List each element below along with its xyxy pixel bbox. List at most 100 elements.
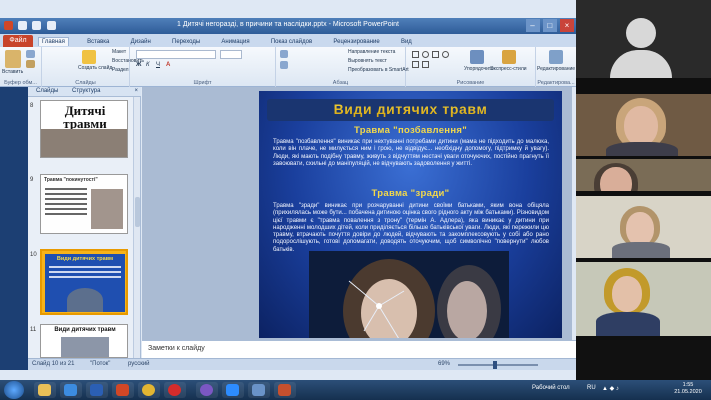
tab-view[interactable]: Вид: [398, 38, 415, 46]
language-indicator[interactable]: русский: [128, 361, 150, 367]
font-name-combo[interactable]: [136, 50, 216, 59]
taskbar-opera[interactable]: [164, 382, 186, 398]
align-text-button[interactable]: Выровнять текст: [348, 58, 387, 64]
arrange-icon[interactable]: [470, 50, 484, 64]
video-tile-dark[interactable]: [576, 340, 711, 380]
section-heading-deprivation[interactable]: Травма "позбавлення": [259, 125, 562, 136]
slide-editor: Види дитячих травм Травма "позбавлення" …: [142, 87, 572, 340]
desktop-toolbar[interactable]: Рабочий стол: [532, 385, 570, 391]
tab-slides[interactable]: Слайды: [36, 88, 58, 94]
maximize-button[interactable]: □: [542, 19, 557, 32]
video-tile-no-camera[interactable]: [576, 0, 711, 78]
paste-icon[interactable]: [5, 50, 21, 68]
line-shape-icon[interactable]: [412, 61, 419, 68]
zoom-level[interactable]: 69%: [438, 361, 450, 367]
tab-insert[interactable]: Вставка: [84, 38, 112, 46]
notes-pane[interactable]: Заметки к слайду: [142, 340, 576, 358]
italic-icon[interactable]: К: [146, 62, 150, 68]
text-deprivation[interactable]: Травма "позбавлення" виникає при нехтува…: [273, 139, 549, 168]
taskbar-word[interactable]: [86, 382, 108, 398]
tab-transitions[interactable]: Переходы: [169, 38, 203, 46]
slides-panel-scrollbar[interactable]: [133, 97, 140, 358]
format-painter-icon[interactable]: [26, 60, 35, 68]
current-slide[interactable]: Види дитячих травм Травма "позбавлення" …: [259, 91, 562, 338]
arrow-shape-icon[interactable]: [432, 51, 439, 58]
slide-number: 10: [30, 252, 37, 258]
quick-styles-icon[interactable]: [502, 50, 516, 64]
participant-shirt: [596, 312, 660, 336]
star-shape-icon[interactable]: [422, 61, 429, 68]
scrollbar-thumb[interactable]: [135, 197, 140, 227]
clock-date: 21.05.2020: [674, 389, 702, 395]
tab-file[interactable]: Файл: [3, 35, 33, 47]
paste-label[interactable]: Вставить: [2, 69, 23, 75]
close-button[interactable]: ×: [560, 19, 574, 32]
taskbar-media[interactable]: [60, 382, 82, 398]
system-clock[interactable]: 1:55 21.05.2020: [671, 382, 705, 396]
taskbar-powerpoint-2[interactable]: [274, 382, 296, 398]
smartart-button[interactable]: Преобразовать в SmartArt: [348, 67, 409, 73]
section-heading-betrayal[interactable]: Травма "зради": [259, 188, 562, 199]
text-direction-button[interactable]: Направление текста: [348, 49, 395, 55]
participant-face: [626, 212, 654, 246]
rectangle-shape-icon[interactable]: [412, 51, 419, 58]
group-clipboard: Вставить Буфер обм...: [0, 47, 42, 87]
zoom-slider[interactable]: [458, 364, 538, 366]
taskbar-explorer[interactable]: [34, 382, 56, 398]
circle-shape-icon[interactable]: [442, 51, 449, 58]
find-icon[interactable]: [549, 50, 563, 64]
font-color-icon[interactable]: A: [166, 62, 170, 68]
taskbar-viber[interactable]: [196, 382, 218, 398]
group-paragraph: Направление текста Выровнять текст Преоб…: [276, 47, 409, 87]
video-tile-participant[interactable]: [576, 196, 711, 258]
windows-taskbar: Рабочий стол RU ▲ ◆ ♪ 1:55 21.05.2020: [0, 380, 711, 400]
zoom-slider-thumb[interactable]: [493, 361, 497, 369]
group-label-paragraph: Абзац: [332, 80, 349, 86]
taskbar-zoom[interactable]: [222, 382, 244, 398]
quick-styles-button[interactable]: Экспресс-стили: [490, 66, 527, 72]
thumbnail-photo: [91, 189, 123, 229]
cut-icon[interactable]: [26, 50, 35, 58]
underline-icon[interactable]: Ч: [156, 62, 160, 68]
create-slide-label[interactable]: Создать слайд: [78, 65, 112, 71]
tab-design[interactable]: Дизайн: [128, 38, 154, 46]
slide-title[interactable]: Види дитячих травм: [273, 100, 548, 119]
video-tile-participant[interactable]: [576, 262, 711, 336]
text-betrayal[interactable]: Травма "зради" виникає при розчаруванні …: [273, 203, 549, 254]
layout-button[interactable]: Макет: [112, 49, 126, 55]
bold-icon[interactable]: Ж: [136, 62, 141, 68]
tab-slideshow[interactable]: Показ слайдов: [268, 38, 315, 46]
slide-thumbnail-10-selected[interactable]: Види дитячих травм: [40, 249, 128, 315]
start-button[interactable]: [4, 381, 24, 399]
slide-thumbnail-9[interactable]: Травма "покинутості": [40, 174, 128, 234]
tab-review[interactable]: Рецензирование: [330, 38, 382, 46]
taskbar-chrome[interactable]: [138, 382, 160, 398]
taskbar-app[interactable]: [248, 382, 270, 398]
group-editing: Редактирование Редактирова...: [536, 47, 576, 87]
opera-icon: [168, 384, 181, 396]
video-tile-participant[interactable]: [576, 159, 711, 191]
notes-placeholder[interactable]: Заметки к слайду: [148, 345, 205, 352]
minimize-button[interactable]: –: [525, 19, 540, 32]
new-slide-icon[interactable]: [82, 50, 96, 64]
language-bar[interactable]: RU: [587, 385, 596, 391]
panel-close-icon[interactable]: ×: [134, 88, 138, 94]
taskbar-powerpoint[interactable]: [112, 382, 134, 398]
group-slides: Создать слайд Макет Восстановить Раздел …: [42, 47, 144, 87]
video-tile-participant[interactable]: [576, 94, 711, 156]
app-icon: [252, 384, 265, 396]
slide-thumbnail-8[interactable]: Дитячі травми: [40, 100, 128, 158]
bullets-icon[interactable]: [280, 50, 288, 58]
tab-animations[interactable]: Анимация: [218, 38, 252, 46]
participant-face: [624, 106, 658, 146]
align-left-icon[interactable]: [280, 61, 288, 69]
slide-number: 8: [30, 103, 34, 109]
section-button[interactable]: Раздел: [112, 67, 129, 73]
oval-shape-icon[interactable]: [422, 51, 429, 58]
font-size-combo[interactable]: [220, 50, 242, 59]
slide-thumbnail-11[interactable]: Види дитячих травм: [40, 324, 128, 358]
tab-outline[interactable]: Структура: [72, 88, 100, 94]
tray-icons[interactable]: ▲ ◆ ♪: [602, 385, 619, 392]
editing-button[interactable]: Редактирование: [537, 66, 575, 72]
tab-home[interactable]: Главная: [38, 37, 69, 46]
